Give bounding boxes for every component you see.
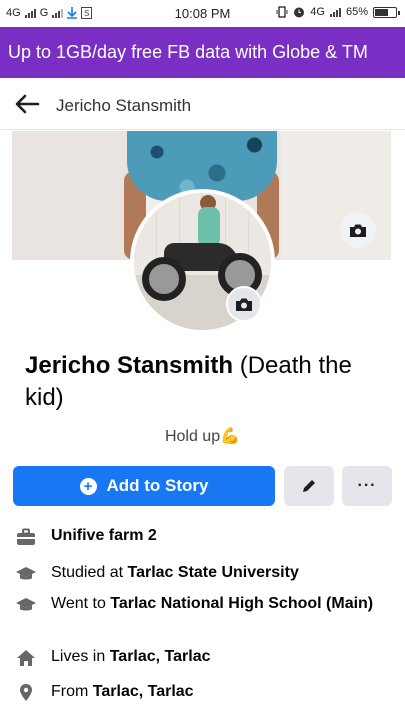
add-to-story-button[interactable]: + Add to Story bbox=[13, 466, 275, 506]
home-icon bbox=[17, 650, 35, 666]
add-to-story-label: Add to Story bbox=[106, 476, 209, 495]
camera-icon bbox=[236, 298, 252, 311]
location-pin-icon bbox=[20, 684, 32, 701]
cover-camera-button[interactable] bbox=[340, 212, 376, 248]
vibrate-icon bbox=[276, 6, 288, 18]
pencil-icon bbox=[303, 480, 315, 492]
free-data-banner[interactable]: Up to 1GB/day free FB data with Globe & … bbox=[0, 27, 405, 78]
detail-work-text: Unifive farm 2 bbox=[51, 527, 157, 544]
briefcase-icon bbox=[17, 528, 35, 545]
camera-icon bbox=[350, 224, 366, 237]
plus-icon: + bbox=[79, 477, 97, 495]
profile-camera-button[interactable] bbox=[226, 286, 262, 322]
profile-header: Jericho Stansmith bbox=[0, 78, 405, 130]
profile-bio: Hold up💪 bbox=[0, 426, 405, 446]
profile-name: Jericho Stansmith (Death the kid) bbox=[25, 350, 390, 414]
detail-lives-in-text: Lives in Tarlac, Tarlac bbox=[51, 648, 211, 665]
network-label-right: 4G bbox=[310, 6, 325, 18]
profile-name-primary: Jericho Stansmith bbox=[25, 352, 234, 379]
detail-college-text: Studied at Tarlac State University bbox=[51, 564, 299, 581]
edit-profile-button[interactable] bbox=[284, 466, 334, 506]
detail-highschool-text: Went to Tarlac National High School (Mai… bbox=[51, 595, 374, 612]
status-right: 4G 65% bbox=[276, 6, 400, 18]
alarm-icon bbox=[294, 7, 305, 18]
banner-text: Up to 1GB/day free FB data with Globe & … bbox=[8, 42, 368, 62]
detail-from-text: From Tarlac, Tarlac bbox=[51, 683, 194, 700]
back-arrow-icon[interactable] bbox=[14, 93, 40, 115]
more-options-button[interactable]: ··· bbox=[342, 466, 392, 506]
more-icon: ··· bbox=[357, 477, 377, 494]
header-title: Jericho Stansmith bbox=[56, 96, 192, 115]
flexed-biceps-emoji: 💪 bbox=[220, 428, 241, 445]
battery-percent: 65% bbox=[345, 6, 368, 18]
status-bar: 4G G S 10:08 PM 4G 65% bbox=[0, 0, 405, 27]
graduation-cap-icon bbox=[16, 598, 36, 611]
bio-text: Hold up bbox=[164, 428, 221, 445]
signal-icon-right bbox=[329, 7, 341, 17]
battery-icon bbox=[373, 6, 400, 18]
graduation-cap-icon bbox=[16, 567, 36, 580]
